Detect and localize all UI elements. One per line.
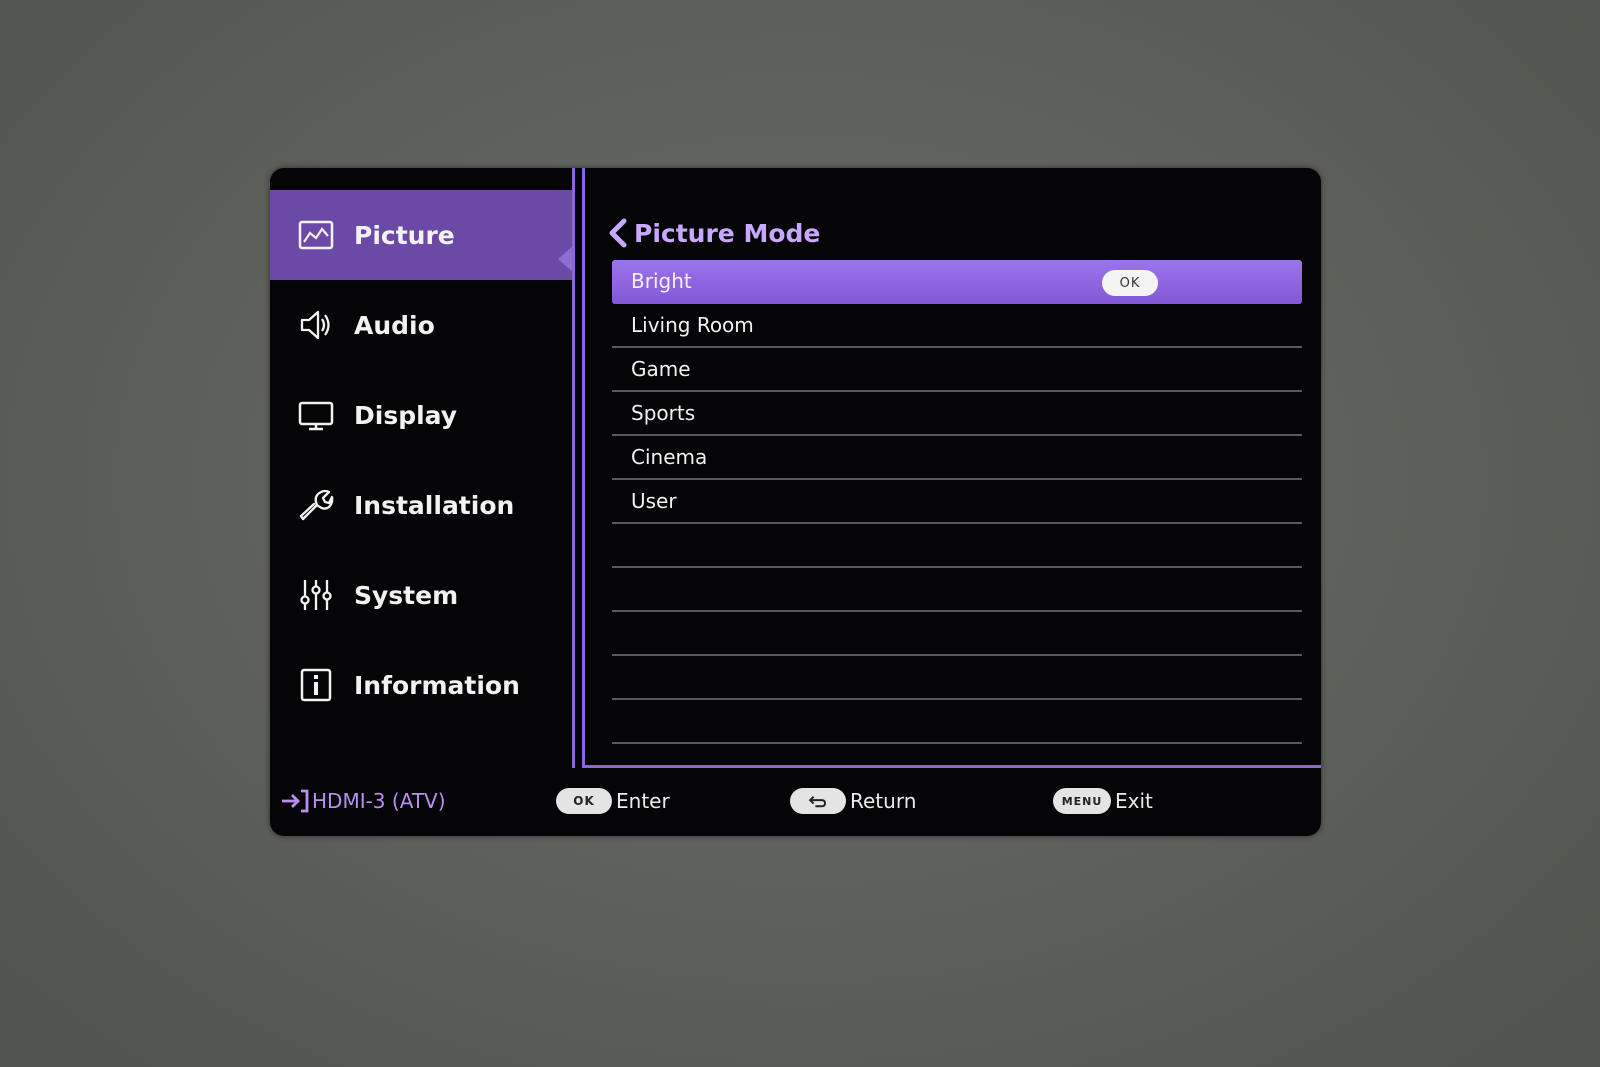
- hint-label: Enter: [616, 789, 670, 813]
- list-item-bright[interactable]: Bright OK: [612, 260, 1302, 304]
- empty-row: [612, 612, 1302, 656]
- input-source: HDMI-3 (ATV): [280, 788, 446, 814]
- input-source-label: HDMI-3 (ATV): [312, 789, 446, 813]
- empty-row: [612, 524, 1302, 568]
- wrench-icon: [296, 485, 336, 525]
- hint-label: Return: [850, 789, 917, 813]
- ok-key-icon: OK: [556, 788, 612, 814]
- list-item-user[interactable]: User: [612, 480, 1302, 524]
- divider-line: [582, 168, 585, 768]
- option-label: Cinema: [631, 445, 708, 469]
- list-item-cinema[interactable]: Cinema: [612, 436, 1302, 480]
- empty-row: [612, 700, 1302, 744]
- submenu-title: Picture Mode: [606, 218, 820, 248]
- sidebar-item-system[interactable]: System: [270, 550, 573, 640]
- projector-osd-menu: Picture Audio Display Installation Syste…: [270, 168, 1321, 836]
- speaker-icon: [296, 305, 336, 345]
- hint-exit: MENU Exit: [1053, 788, 1153, 814]
- back-chevron-icon[interactable]: [606, 218, 628, 248]
- option-label: Living Room: [631, 313, 754, 337]
- monitor-icon: [296, 395, 336, 435]
- hint-label: Exit: [1115, 789, 1153, 813]
- input-source-icon: [282, 789, 309, 813]
- info-icon: [296, 665, 336, 705]
- sidebar-item-label: Picture: [354, 220, 455, 250]
- sidebar-item-label: Information: [354, 670, 520, 700]
- option-label: Game: [631, 357, 691, 381]
- sidebar-item-label: System: [354, 580, 459, 610]
- sidebar-item-display[interactable]: Display: [270, 370, 573, 460]
- sidebar-item-information[interactable]: Information: [270, 640, 573, 730]
- empty-row: [612, 656, 1302, 700]
- option-label: User: [631, 489, 677, 513]
- menu-key-icon: MENU: [1053, 788, 1111, 814]
- sidebar-item-installation[interactable]: Installation: [270, 460, 573, 550]
- sidebar-item-label: Audio: [354, 310, 435, 340]
- empty-row: [612, 568, 1302, 612]
- sidebar-item-picture[interactable]: Picture: [270, 190, 573, 280]
- picture-mode-list: Bright OK Living Room Game Sports Cinema…: [612, 260, 1302, 744]
- list-item-living-room[interactable]: Living Room: [612, 304, 1302, 348]
- hint-enter: OK Enter: [556, 788, 670, 814]
- sliders-icon: [296, 575, 336, 615]
- sidebar-item-label: Installation: [354, 490, 515, 520]
- list-item-sports[interactable]: Sports: [612, 392, 1302, 436]
- divider-line: [572, 168, 575, 768]
- picture-icon: [296, 215, 336, 255]
- sidebar-item-audio[interactable]: Audio: [270, 280, 573, 370]
- hint-return: Return: [790, 788, 916, 814]
- main-menu-sidebar: Picture Audio Display Installation Syste…: [270, 190, 574, 750]
- page-title: Picture Mode: [634, 218, 821, 248]
- option-label: Bright: [631, 269, 692, 293]
- list-item-game[interactable]: Game: [612, 348, 1302, 392]
- sidebar-item-label: Display: [354, 400, 458, 430]
- return-key-icon: [790, 788, 846, 814]
- footer-bar: HDMI-3 (ATV) OK Enter Return MENU Exit: [270, 766, 1321, 836]
- option-label: Sports: [631, 401, 696, 425]
- ok-badge: OK: [1102, 270, 1158, 296]
